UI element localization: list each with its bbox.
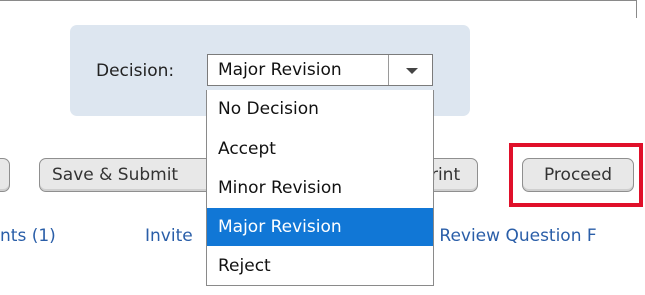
option-accept[interactable]: Accept bbox=[207, 130, 433, 168]
chevron-down-icon[interactable] bbox=[397, 59, 431, 81]
frame-border-top bbox=[0, 0, 636, 1]
partial-button-left[interactable] bbox=[0, 158, 10, 192]
comments-link[interactable]: nts (1) bbox=[0, 226, 56, 246]
decision-dropdown-list: No Decision Accept Minor Revision Major … bbox=[206, 90, 434, 286]
decision-select-value: Major Revision bbox=[218, 60, 342, 80]
decision-select[interactable]: Major Revision bbox=[207, 54, 433, 86]
option-no-decision[interactable]: No Decision bbox=[207, 90, 433, 128]
option-major-revision[interactable]: Major Revision bbox=[207, 208, 433, 246]
proceed-highlight-box bbox=[509, 143, 643, 207]
review-questions-link[interactable]: r Review Question F bbox=[427, 226, 597, 246]
decision-label: Decision: bbox=[96, 61, 175, 81]
select-divider bbox=[388, 55, 389, 85]
option-minor-revision[interactable]: Minor Revision bbox=[207, 169, 433, 207]
invite-link[interactable]: Invite bbox=[145, 226, 193, 246]
save-submit-button[interactable]: Save & Submit bbox=[39, 158, 219, 192]
frame-border-right bbox=[636, 0, 637, 18]
option-reject[interactable]: Reject bbox=[207, 247, 433, 285]
